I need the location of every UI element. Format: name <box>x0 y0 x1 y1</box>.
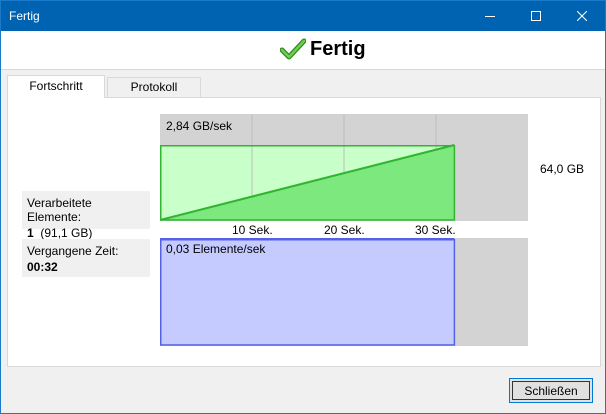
tab-fortschritt[interactable]: Fortschritt <box>7 75 105 98</box>
header: Fertig <box>1 31 605 70</box>
maximize-button[interactable] <box>513 1 559 31</box>
items-rate-label: 0,03 Elemente/sek <box>166 242 266 256</box>
throughput-graph: 2,84 GB/sek <box>160 114 528 221</box>
close-button-label: Schließen <box>512 381 590 400</box>
processed-items-label: Verarbeitete Elemente: <box>27 196 92 224</box>
checkmark-icon <box>280 38 306 60</box>
processed-items-box: Verarbeitete Elemente: 1 (91,1 GB) <box>22 191 150 240</box>
close-window-button[interactable] <box>559 1 605 31</box>
processed-items-size: (91,1 GB) <box>40 226 93 240</box>
header-title: Fertig <box>310 38 366 60</box>
elapsed-time-label: Vergangene Zeit: <box>27 244 119 258</box>
window-title: Fertig <box>9 9 40 23</box>
title-bar[interactable]: Fertig <box>1 1 605 31</box>
maximize-icon <box>531 11 541 21</box>
processed-items-count: 1 <box>27 226 34 240</box>
items-graph: 0,03 Elemente/sek <box>160 238 528 346</box>
dialog-window: Fertig Fertig Fortschritt Protokoll Vera… <box>0 0 606 414</box>
throughput-rate-label: 2,84 GB/sek <box>166 119 233 133</box>
elapsed-time-value: 00:32 <box>27 260 58 274</box>
elapsed-time-box: Vergangene Zeit: 00:32 <box>22 239 150 277</box>
minimize-button[interactable] <box>467 1 513 31</box>
x-tick-10s: 10 Sek. <box>232 223 273 237</box>
close-button[interactable]: Schließen <box>509 378 593 403</box>
x-tick-30s: 30 Sek. <box>415 223 456 237</box>
close-icon <box>577 11 587 21</box>
x-tick-20s: 20 Sek. <box>324 223 365 237</box>
progress-panel: Verarbeitete Elemente: 1 (91,1 GB) Verga… <box>7 97 601 367</box>
total-size-label: 64,0 GB <box>540 162 585 176</box>
tab-protokoll[interactable]: Protokoll <box>107 77 201 97</box>
minimize-icon <box>485 16 495 17</box>
